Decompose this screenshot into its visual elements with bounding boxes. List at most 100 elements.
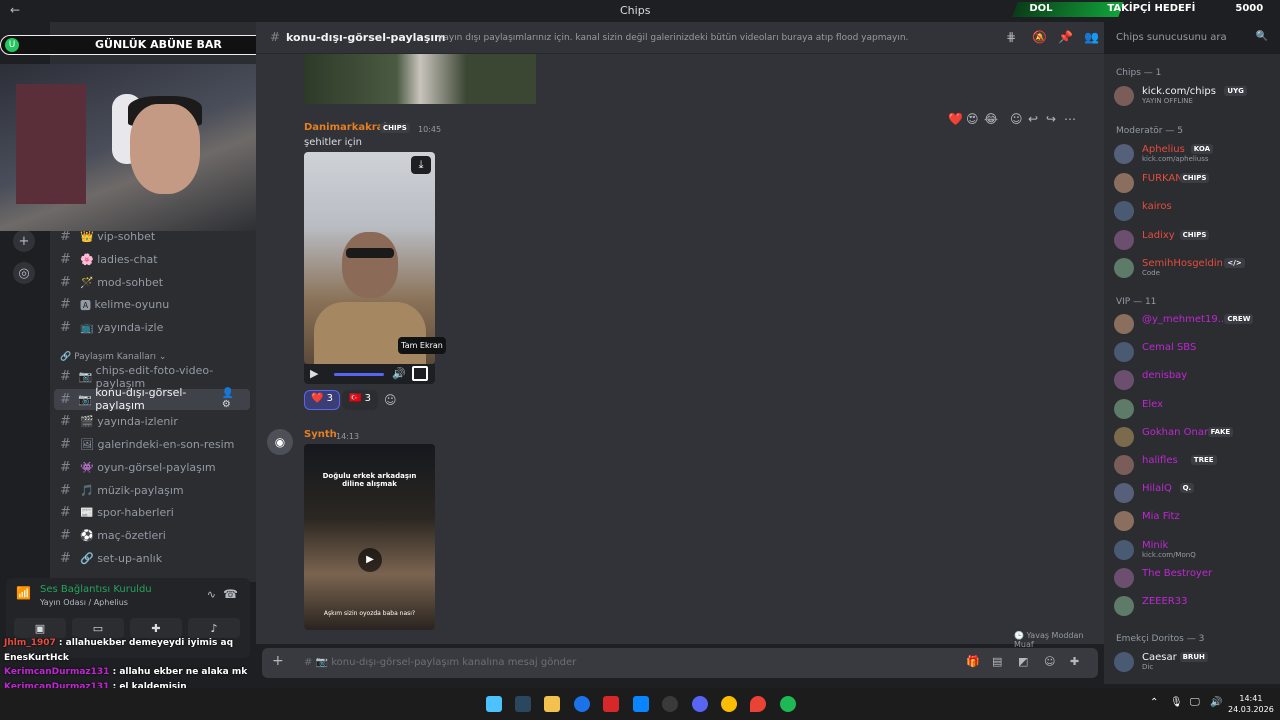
attach-icon[interactable]: + <box>272 653 284 669</box>
message-author[interactable]: Synth <box>304 429 337 440</box>
goal-left-label: DOL <box>1029 3 1053 14</box>
notification-icon[interactable]: 🔕 <box>1032 30 1047 44</box>
message-composer[interactable]: + # 📷 konu-dışı-görsel-paylaşım kanalına… <box>262 648 1098 678</box>
channel-konu-dışı-görsel-paylaşım[interactable]: # 📷 konu-dışı-görsel-paylaşım 👤 ⚙ <box>54 386 250 412</box>
channel-oyun-görsel-paylaşım[interactable]: # 👾 oyun-görsel-paylaşım <box>54 457 250 478</box>
volume-slider[interactable] <box>334 373 384 376</box>
member-item[interactable]: Elex <box>1112 397 1278 421</box>
member-status: kick.com/apheliuss <box>1142 155 1209 163</box>
member-item[interactable]: The Bestroyer <box>1112 566 1278 590</box>
forward-icon[interactable]: ↪ <box>1046 112 1056 126</box>
apps-icon[interactable]: ✚ <box>1070 655 1079 668</box>
member-item[interactable]: Cemal SBS <box>1112 340 1278 364</box>
discord-taskbar-icon[interactable] <box>692 696 708 712</box>
play-icon[interactable]: ▶ <box>358 548 382 572</box>
monitor-icon[interactable]: 🖵 <box>1190 697 1200 708</box>
channel-maç-özetleri[interactable]: # ⚽ maç-özetleri <box>54 525 250 546</box>
channel-mod-sohbet[interactable]: # 🪄 mod-sohbet <box>54 272 250 293</box>
member-item[interactable]: Gokhan Onar FAKE <box>1112 425 1278 449</box>
member-name: Aphelius <box>1142 144 1185 155</box>
news-app-icon[interactable] <box>603 696 619 712</box>
app-icon[interactable] <box>633 696 649 712</box>
gif-icon[interactable]: ▤ <box>992 655 1002 668</box>
member-item[interactable]: Minik kick.com/MonQ <box>1112 538 1278 562</box>
settings-gear-icon[interactable]: 👤 ⚙ <box>222 388 244 410</box>
reaction-flag[interactable]: 🇹🇷 3 <box>342 390 379 410</box>
voice-room[interactable]: Yayın Odası / Aphelius <box>40 598 128 607</box>
threads-icon[interactable]: ⋕ <box>1006 30 1016 44</box>
category-share-channels[interactable]: 🔗 Paylaşım Kanalları ⌄ <box>60 352 166 362</box>
member-item[interactable]: HilalQ Q. <box>1112 481 1278 505</box>
activities-button[interactable]: ✚ <box>130 618 182 638</box>
more-icon[interactable]: ⋯ <box>1064 112 1076 126</box>
screen-share-button[interactable]: ▭ <box>72 618 124 638</box>
member-item[interactable]: denisbay <box>1112 368 1278 392</box>
hash-icon: # <box>270 30 281 44</box>
channel-kelime-oyunu[interactable]: # 🅰 kelime-oyunu <box>54 294 250 315</box>
member-item[interactable]: Ladixy CHIPS <box>1112 228 1278 252</box>
channel-yayında-izlenir[interactable]: # 🎬 yayında-izlenir <box>54 411 250 432</box>
windows-start-icon[interactable] <box>486 696 502 712</box>
video-attachment[interactable]: Doğulu erkek arkadaşın diline alışmak ▶ … <box>304 444 435 630</box>
noise-icon[interactable]: ∿ <box>207 588 216 601</box>
sticker-icon[interactable]: ◩ <box>1018 655 1028 668</box>
taskbar: ⌃ 🎙 🖵 🔊 14:41 24.03.2026 <box>0 688 1280 720</box>
spotify-icon[interactable] <box>780 696 796 712</box>
member-item[interactable]: halifles TREE <box>1112 453 1278 477</box>
chrome-icon[interactable] <box>574 696 590 712</box>
member-item[interactable]: SemihHosgeldin </> Code <box>1112 256 1278 280</box>
soundboard-button[interactable]: ♪ <box>188 618 240 638</box>
member-item[interactable]: FURKAN CHIPS <box>1112 171 1278 195</box>
add-reaction-icon[interactable]: ☺ <box>384 393 397 407</box>
channel-ladies-chat[interactable]: # 🌸 ladies-chat <box>54 249 250 270</box>
play-icon[interactable]: ▶ <box>310 367 318 380</box>
obs-icon[interactable] <box>662 696 678 712</box>
channel-müzik-paylaşım[interactable]: # 🎵 müzik-paylaşım <box>54 480 250 501</box>
reply-icon[interactable]: ↩ <box>1028 112 1038 126</box>
file-explorer-icon[interactable] <box>544 696 560 712</box>
microphone-icon[interactable]: 🎙 <box>1170 697 1183 708</box>
previous-image-attachment[interactable] <box>304 54 536 104</box>
steam-icon[interactable] <box>515 696 531 712</box>
heart-reaction-icon[interactable]: ❤️ <box>948 112 963 126</box>
search-input[interactable]: Chips sunucusunu ara 🔍 <box>1110 28 1274 48</box>
speaker-icon[interactable]: 🔊 <box>1210 697 1222 708</box>
member-item[interactable]: ZEEER33 <box>1112 594 1278 618</box>
tray-chevron-icon[interactable]: ⌃ <box>1150 697 1158 708</box>
reaction-heart[interactable]: ❤️ 3 <box>304 390 341 410</box>
fullscreen-icon[interactable] <box>412 366 428 381</box>
message-author[interactable]: Danimarkakralı <box>304 122 390 133</box>
pin-icon[interactable]: 📌 <box>1058 30 1073 44</box>
member-item[interactable]: Mia Fitz <box>1112 509 1278 533</box>
gift-icon[interactable]: 🎁 <box>966 655 980 668</box>
maps-icon[interactable] <box>750 696 766 712</box>
member-item[interactable]: @y_mehmet19... CREW <box>1112 312 1278 336</box>
download-icon[interactable]: ⤓ <box>411 156 431 174</box>
chrome-alt-icon[interactable] <box>721 696 737 712</box>
channel-yayında-izle[interactable]: # 📺 yayında-izle <box>54 317 250 338</box>
hash-icon: # <box>60 391 71 407</box>
video-attachment[interactable]: ⤓ <box>304 152 435 364</box>
add-server-icon[interactable]: + <box>13 230 35 252</box>
laugh-reaction-icon[interactable]: 😂 <box>984 112 998 126</box>
channel-topic[interactable]: yayın dışı paylaşımlarınız için. kanal s… <box>438 33 908 43</box>
member-item[interactable]: Aphelius KOA kick.com/apheliuss <box>1112 142 1278 166</box>
channel-chips-edit-foto-video-paylaşım[interactable]: # 📷 chips-edit-foto-video-paylaşım <box>54 364 250 390</box>
explore-icon[interactable]: ◎ <box>13 262 35 284</box>
discord-avatar[interactable]: ◉ <box>267 429 293 455</box>
volume-icon[interactable]: 🔊 <box>392 367 406 380</box>
channel-galerindeki-en-son-resim[interactable]: # 🖼 galerindeki-en-son-resim <box>54 434 250 455</box>
member-list-icon[interactable]: 👥 <box>1084 30 1099 44</box>
channel-spor-haberleri[interactable]: # 📰 spor-haberleri <box>54 502 250 523</box>
emoji-icon[interactable]: ☺ <box>1044 655 1055 668</box>
add-reaction-icon[interactable]: ☺ <box>1010 112 1023 126</box>
channel-set-up-anlık[interactable]: # 🔗 set-up-anlık <box>54 548 250 569</box>
member-item[interactable]: kick.com/chips UYG YAYIN OFFLINE <box>1112 84 1278 108</box>
member-item[interactable]: kairos <box>1112 199 1278 223</box>
disconnect-icon[interactable]: ☎ <box>223 587 238 601</box>
clock[interactable]: 14:41 24.03.2026 <box>1228 693 1274 715</box>
back-arrow-icon[interactable]: ← <box>10 3 20 17</box>
member-item[interactable]: Caesar BRUH Dic <box>1112 650 1278 674</box>
emoji-reaction-icon[interactable]: 😍 <box>966 112 979 126</box>
camera-button[interactable]: ▣ <box>14 618 66 638</box>
